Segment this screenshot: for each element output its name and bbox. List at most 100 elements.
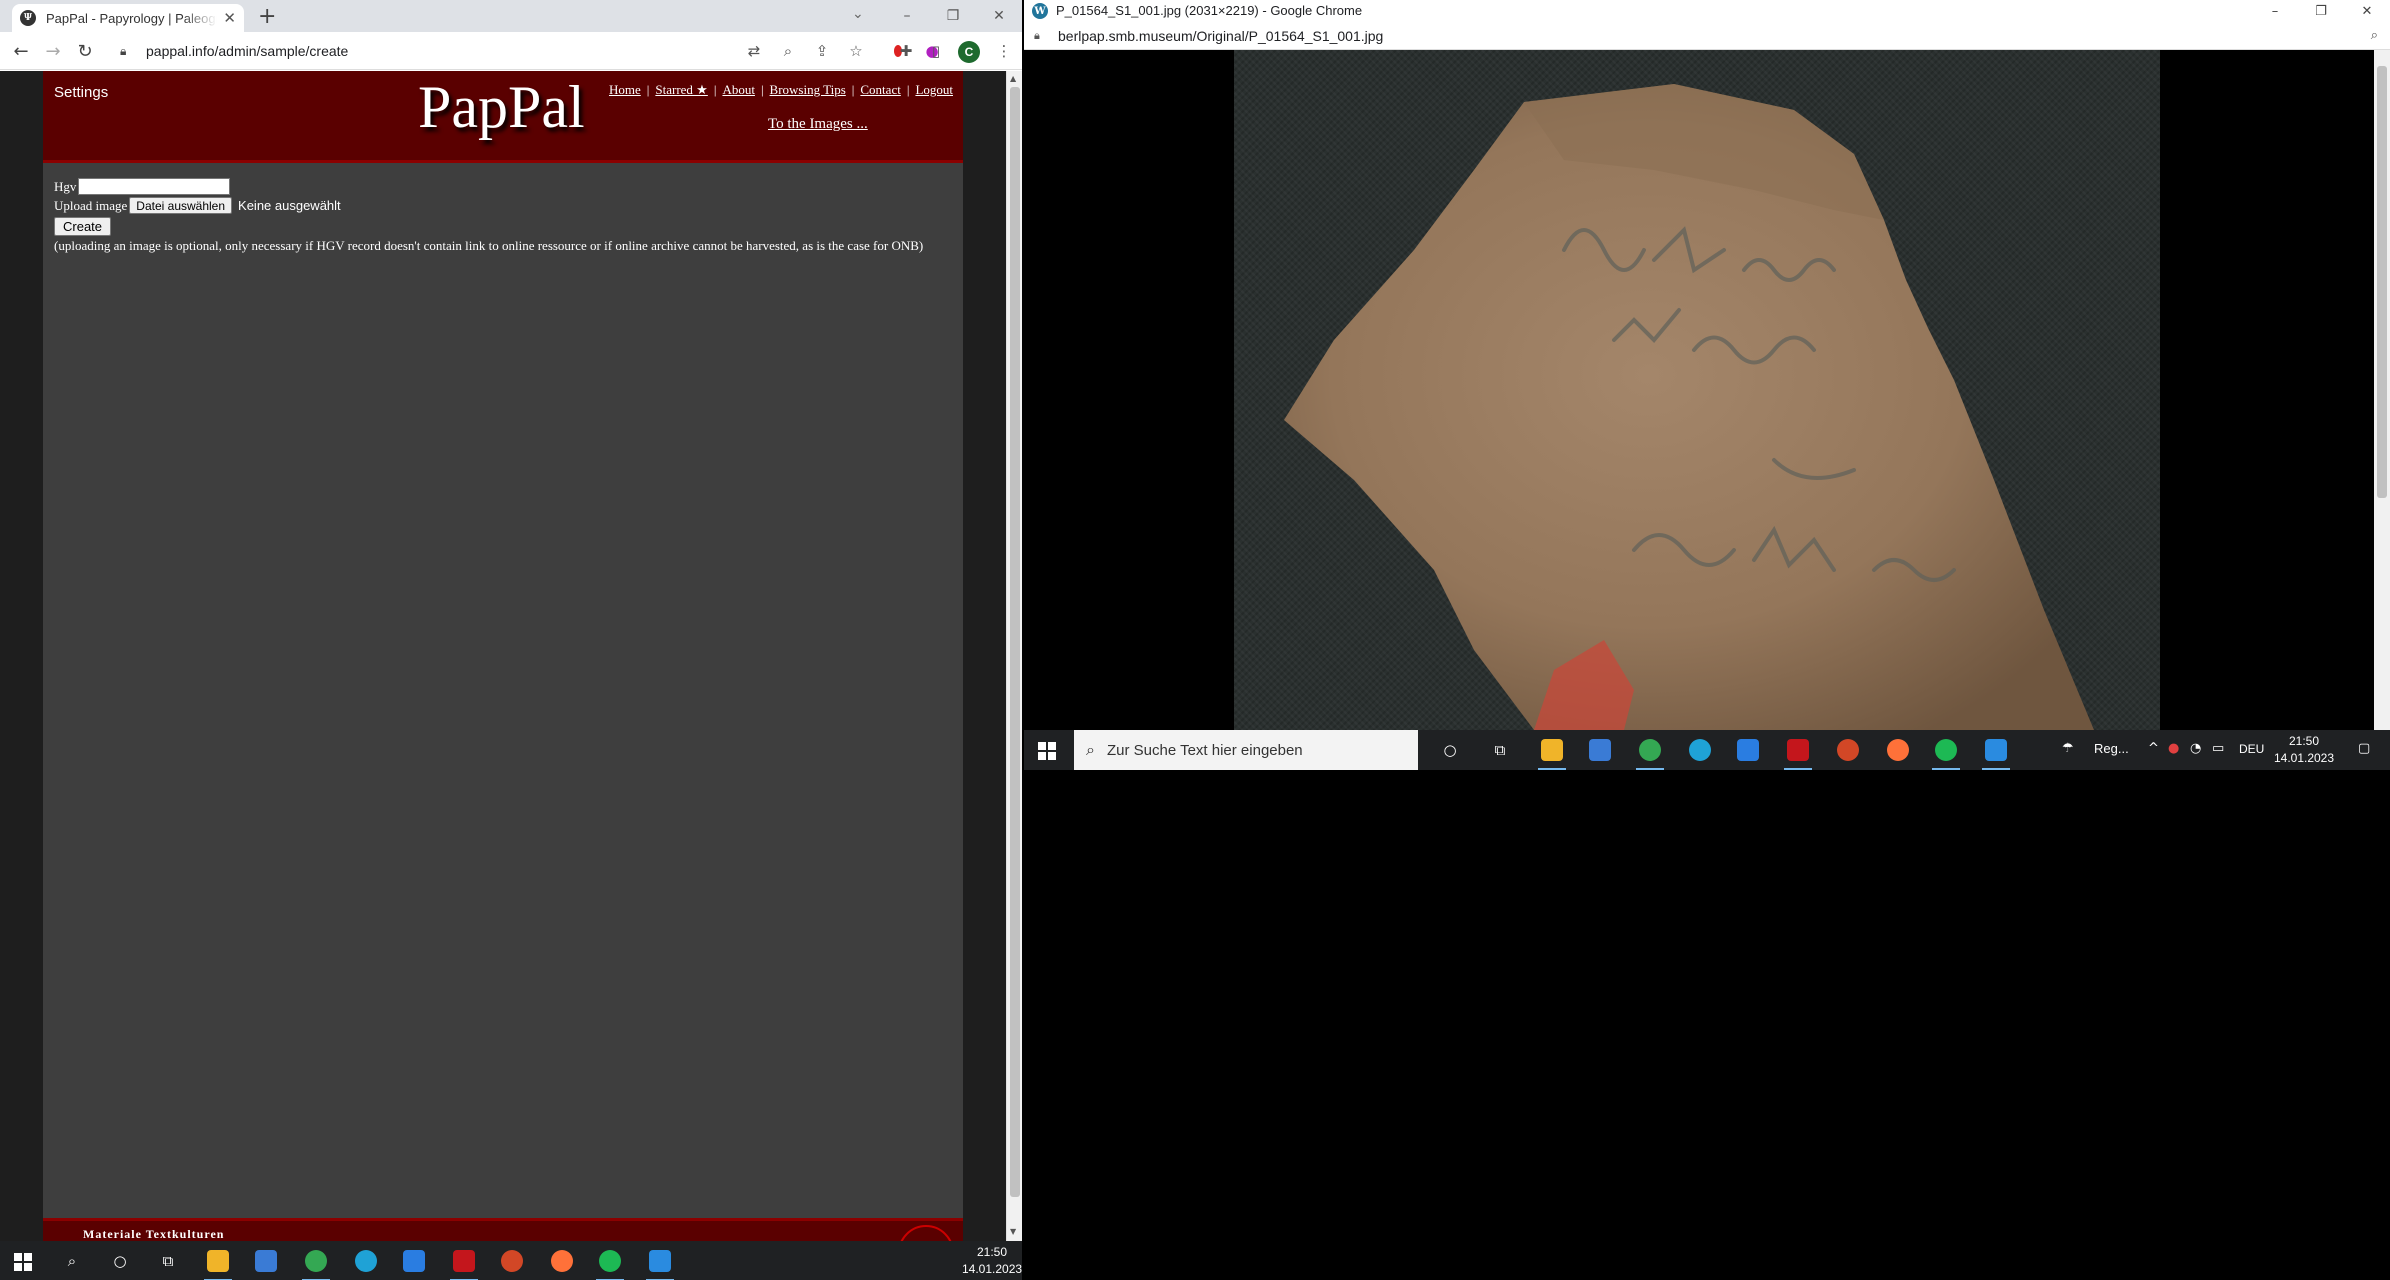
firefox-icon[interactable] [1884,736,1912,764]
nav-separator: | [851,82,855,97]
right-close-icon[interactable]: ✕ [2344,0,2390,22]
powerpoint-icon[interactable] [1834,736,1862,764]
taskbar-firefox-icon[interactable] [548,1247,576,1275]
notification-icon[interactable]: ▢ [2358,741,2370,756]
nav-separator: | [713,82,717,97]
tab-pappal[interactable]: Ψ PapPal - Papyrology | Paleography ✕ [12,4,244,32]
taskbar-search-box[interactable]: ⌕ Zur Suche Text hier eingeben [1074,730,1418,770]
forward-arrow-icon[interactable]: → [40,38,66,64]
start-icon[interactable] [14,1253,32,1271]
top-navigation: Home | Starred ★ | About | Browsing Tips | Conta… [609,82,953,98]
acrobat-icon[interactable] [1784,736,1812,770]
nav-home[interactable]: Home [609,82,641,97]
minimize-icon[interactable]: – [884,0,930,32]
nav-browsing-tips[interactable]: Browsing Tips [770,82,846,97]
weather-text[interactable]: Reg... [2094,741,2129,756]
tray-app-icon[interactable]: ● [2168,741,2179,756]
battery-icon[interactable]: ▭ [2212,741,2224,756]
choose-file-button[interactable]: Datei auswählen [129,197,233,214]
wordpress-favicon-icon: W [1032,3,1048,19]
taskbar-photos-icon[interactable] [646,1247,674,1280]
window-close-icon[interactable]: ✕ [976,0,1022,32]
nav-separator: | [760,82,764,97]
taskbar-acrobat-icon[interactable] [450,1247,478,1280]
right-scrollbar[interactable] [2374,50,2390,730]
task-view-icon[interactable]: ⧉ [1486,736,1514,764]
edge-icon[interactable] [1686,736,1714,764]
scrollbar-thumb[interactable] [1010,87,1020,1197]
taskbar-date: 14.01.2023 [962,1262,1023,1276]
taskbar-task-view-icon[interactable]: ⧉ [154,1247,182,1275]
taskbar-clock[interactable]: 21:50 14.01.2023 [962,1244,1022,1278]
taskbar-edge-icon[interactable] [352,1247,380,1275]
create-button[interactable]: Create [54,217,112,236]
pappal-logo: PapPal [418,74,585,140]
right-lock-icon: 🔒︎ [1034,29,1040,42]
share-icon[interactable]: ⇪ [812,41,832,61]
right-window-controls: – ❐ ✕ [2252,0,2390,22]
taskbar-powerpoint-icon[interactable] [498,1247,526,1275]
spotify-icon[interactable] [1932,736,1960,770]
taskbar-store-icon[interactable] [252,1247,280,1275]
right-minimize-icon[interactable]: – [2252,0,2298,22]
taskbar-explorer-icon[interactable] [204,1247,232,1280]
nav-contact[interactable]: Contact [860,82,900,97]
right-scrollbar-thumb[interactable] [2377,66,2387,498]
upload-image-label: Upload image [54,197,128,213]
profile-avatar[interactable]: C [958,41,980,63]
bookmark-star-icon[interactable]: ☆ [846,41,866,61]
puzzle-icon[interactable]: ✚ [896,41,916,61]
chrome-icon[interactable] [1636,736,1664,770]
scroll-down-icon[interactable]: ▼ [1010,1227,1016,1236]
taskbar-spotify-icon[interactable] [596,1247,624,1280]
taskbar-search-placeholder: Zur Suche Text hier eingeben [1106,741,1303,759]
weather-icon[interactable]: ☂ [2062,741,2074,756]
secondary-clock[interactable]: 21:50 14.01.2023 [2272,733,2336,767]
window-controls-2: ❐ ✕ [930,0,1022,32]
nav-separator: | [646,82,650,97]
zoom-icon[interactable]: ⌕ [778,41,798,61]
file-explorer-icon[interactable] [1538,736,1566,770]
pappal-favicon-icon: Ψ [20,10,36,26]
window-controls: – ❐ [884,0,930,32]
page-scrollbar[interactable]: ▲ ▼ [1006,71,1022,1241]
maximize-icon[interactable]: ❐ [930,0,976,32]
hgv-input[interactable] [78,178,231,195]
nav-logout[interactable]: Logout [915,82,953,97]
store-icon[interactable] [1586,736,1614,764]
windows-start-icon[interactable] [1038,742,1056,760]
tab-close-icon[interactable]: ✕ [223,9,236,27]
translate-icon[interactable]: ⇄ [744,41,764,61]
nav-about[interactable]: About [722,82,755,97]
right-maximize-icon[interactable]: ❐ [2298,0,2344,22]
right-url-text: berlpap.smb.museum/Original/P_01564_S1_0… [1058,28,1384,44]
chrome-menu-icon[interactable]: ⋮ [994,41,1014,61]
taskbar-mail-icon[interactable] [400,1247,428,1275]
scroll-up-icon[interactable]: ▲ [1010,74,1016,83]
taskbar-chrome-icon[interactable] [302,1247,330,1280]
cortana-icon[interactable]: ○ [1436,736,1464,764]
tray-chevron-icon[interactable]: ^ [2148,741,2159,756]
right-zoom-icon[interactable]: ⌕ [2371,28,2378,43]
right-address-bar[interactable]: 🔒︎ berlpap.smb.museum/Original/P_01564_S… [1024,22,2390,50]
language-indicator[interactable]: DEU [2239,742,2264,756]
to-images-link[interactable]: To the Images ... [768,116,868,133]
photos-icon[interactable] [1982,736,2010,770]
sidebar-toggle-icon[interactable]: ▯ [926,41,946,61]
reload-icon[interactable]: ↻ [72,38,98,64]
upload-note: (uploading an image is optional, only ne… [54,238,924,253]
new-tab-plus-icon[interactable]: + [258,4,276,29]
tab-search-chevron-icon[interactable]: ⌄ [852,6,864,22]
page-footer: Materiale Textkulturen [43,1218,963,1241]
settings-link[interactable]: Settings [54,84,108,101]
secondary-date: 14.01.2023 [2273,751,2335,765]
mail-icon[interactable] [1734,736,1762,764]
page-header: Settings PapPal Home | Starred ★ | About | Bro… [43,71,963,163]
network-icon[interactable]: ◔ [2190,741,2201,756]
tab-strip: Ψ PapPal - Papyrology | Paleography ✕ + … [0,0,1022,32]
ostracon-photo[interactable] [1234,50,2160,730]
taskbar-cortana-icon[interactable]: ○ [106,1247,134,1275]
nav-starred[interactable]: Starred ★ [655,82,707,97]
back-arrow-icon[interactable]: ← [8,38,34,64]
taskbar-search-icon[interactable]: ⌕ [58,1247,86,1275]
